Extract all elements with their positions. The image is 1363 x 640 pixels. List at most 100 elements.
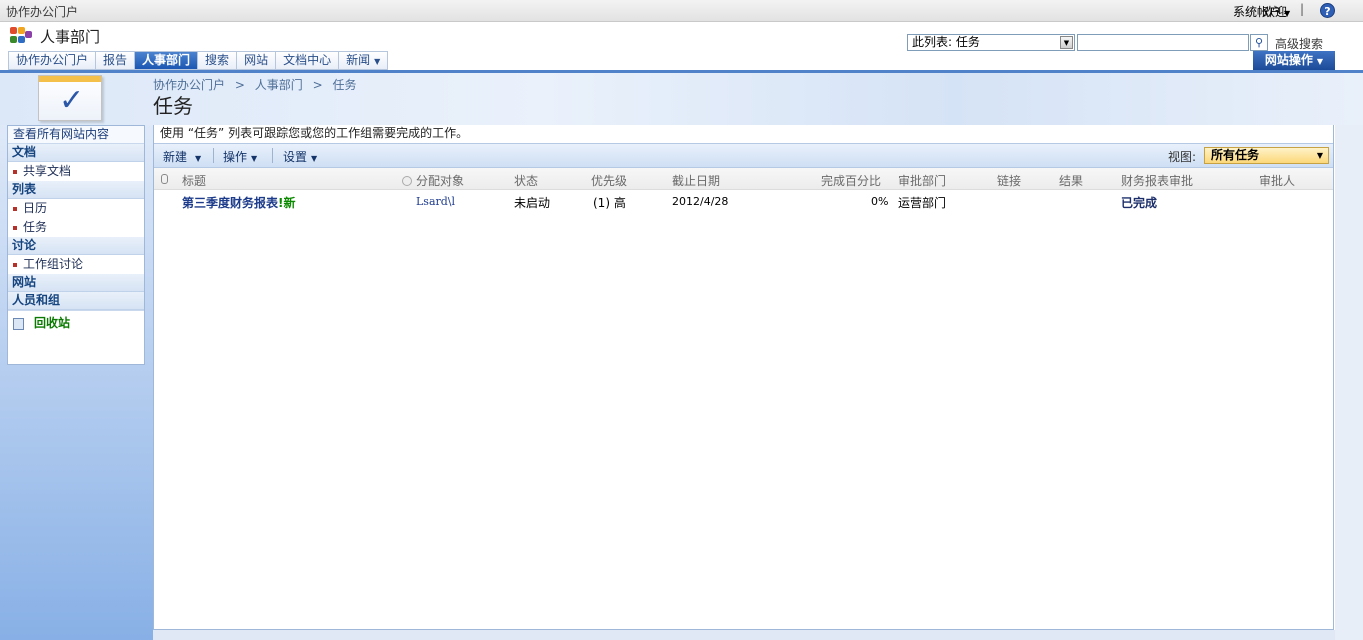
site-logo-icon bbox=[10, 27, 32, 45]
bullet-icon bbox=[13, 225, 17, 230]
column-header-percent[interactable]: 完成百分比 bbox=[821, 172, 881, 189]
list-header-row: 标题 分配对象 状态 优先级 截止日期 完成百分比 审批部门 链接 结果 财务报… bbox=[154, 168, 1333, 190]
search-input[interactable] bbox=[1077, 34, 1249, 51]
account-menu-button[interactable]: 系统帐户 ▼ bbox=[1233, 3, 1290, 20]
chevron-down-icon: ▼ bbox=[1316, 151, 1323, 160]
view-selector[interactable]: 所有任务 ▼ bbox=[1204, 147, 1329, 164]
settings-label: 设置 bbox=[283, 150, 308, 164]
search-scope-value: 此列表: 任务 bbox=[912, 35, 980, 49]
due-date-value: 2012/4/28 bbox=[672, 195, 729, 208]
tab-reports[interactable]: 报告 bbox=[96, 51, 136, 70]
ql-item-label: 日历 bbox=[23, 201, 48, 215]
new-label: 新建 bbox=[163, 150, 188, 164]
chevron-down-icon: ▼ bbox=[311, 154, 318, 163]
left-pane: 查看所有网站内容 文档 共享文档 列表 日历 任务 讨论 工作组讨论 网站 人员… bbox=[0, 125, 153, 640]
breadcrumb-separator: > bbox=[234, 78, 245, 92]
task-list-icon: ✓ bbox=[38, 75, 102, 121]
column-header-status[interactable]: 状态 bbox=[514, 172, 538, 189]
top-bar: 协作办公门户 欢迎 系统帐户 ▼ | ? bbox=[0, 0, 1363, 22]
chevron-down-icon: ▼ bbox=[1316, 57, 1324, 66]
tab-hr[interactable]: 人事部门 bbox=[135, 51, 199, 70]
search-scope-select[interactable]: 此列表: 任务 ▼ bbox=[907, 34, 1075, 51]
actions-label: 操作 bbox=[223, 150, 248, 164]
recycle-bin-icon bbox=[13, 317, 24, 330]
site-actions-label: 网站操作 bbox=[1264, 53, 1313, 67]
status-value: 未启动 bbox=[514, 196, 551, 210]
ql-item-tasks[interactable]: 任务 bbox=[8, 218, 144, 237]
column-header-link[interactable]: 链接 bbox=[997, 172, 1021, 189]
tab-sites[interactable]: 网站 bbox=[237, 51, 277, 70]
search-icon[interactable]: ⚲ bbox=[1250, 34, 1268, 51]
column-header-title[interactable]: 标题 bbox=[182, 172, 206, 189]
ql-heading-sites[interactable]: 网站 bbox=[8, 274, 144, 292]
column-header-assigned[interactable]: 分配对象 bbox=[402, 172, 464, 189]
logo-block bbox=[18, 36, 25, 43]
divider: | bbox=[1300, 2, 1305, 16]
presence-icon bbox=[402, 176, 412, 186]
finance-approval-link[interactable]: 已完成 bbox=[1121, 194, 1157, 211]
ql-heading-people[interactable]: 人员和组 bbox=[8, 292, 144, 310]
chevron-down-icon: ▼ bbox=[374, 57, 381, 66]
new-menu-button[interactable]: 新建 ▼ bbox=[163, 148, 201, 165]
page-title: 任务 bbox=[153, 94, 193, 118]
chevron-down-icon[interactable]: ▼ bbox=[1060, 36, 1073, 49]
top-nav-tabs: 协作办公门户 报告 人事部门 搜索 网站 文档中心 新闻 ▼ bbox=[8, 51, 389, 70]
approval-dept-value: 运营部门 bbox=[898, 196, 947, 210]
portal-link[interactable]: 协作办公门户 bbox=[6, 3, 78, 20]
icon-band bbox=[39, 76, 101, 82]
attachment-icon bbox=[161, 174, 168, 184]
actions-menu-button[interactable]: 操作 ▼ bbox=[223, 148, 257, 165]
bullet-icon bbox=[13, 262, 17, 267]
ql-item-team-discussion[interactable]: 工作组讨论 bbox=[8, 255, 144, 274]
table-row: 第三季度财务报表!新 Lsard\l 未启动 (1) 高 2012/4/28 0… bbox=[154, 190, 1333, 212]
view-selector-value: 所有任务 bbox=[1211, 148, 1260, 162]
checkmark-icon: ✓ bbox=[59, 83, 85, 118]
bullet-icon bbox=[13, 169, 17, 174]
column-header-result[interactable]: 结果 bbox=[1059, 172, 1083, 189]
breadcrumb-current: 任务 bbox=[332, 78, 357, 92]
tab-news-label: 新闻 bbox=[346, 53, 371, 67]
priority-value: (1) 高 bbox=[593, 196, 626, 210]
recycle-bin-label: 回收站 bbox=[34, 316, 71, 330]
breadcrumb-hr[interactable]: 人事部门 bbox=[255, 78, 303, 92]
logo-block bbox=[18, 27, 25, 34]
column-header-approval-dept[interactable]: 审批部门 bbox=[898, 172, 946, 189]
ql-item-calendar[interactable]: 日历 bbox=[8, 199, 144, 218]
list-toolbar: 新建 ▼ 操作 ▼ 设置 ▼ 视图: 所有任务 ▼ bbox=[154, 144, 1333, 168]
recycle-bin-link[interactable]: 回收站 bbox=[8, 310, 144, 336]
view-label: 视图: bbox=[1168, 150, 1197, 164]
site-header: 人事部门 此列表: 任务 ▼ ⚲ 高级搜索 协作办公门户 报告 人事部门 搜索 … bbox=[0, 22, 1363, 70]
site-name[interactable]: 人事部门 bbox=[40, 26, 100, 47]
ql-heading-discussions[interactable]: 讨论 bbox=[8, 237, 144, 255]
advanced-search-link[interactable]: 高级搜索 bbox=[1275, 35, 1323, 52]
view-all-site-content-link[interactable]: 查看所有网站内容 bbox=[8, 126, 144, 144]
tab-search[interactable]: 搜索 bbox=[198, 51, 238, 70]
assigned-user-link[interactable]: Lsard\l bbox=[416, 195, 455, 208]
toolbar-divider bbox=[272, 148, 273, 163]
bullet-icon bbox=[13, 206, 17, 211]
settings-menu-button[interactable]: 设置 ▼ bbox=[283, 148, 317, 165]
percent-value: 0% bbox=[871, 195, 889, 208]
ql-heading-documents[interactable]: 文档 bbox=[8, 144, 144, 162]
chevron-down-icon: ▼ bbox=[195, 154, 202, 163]
logo-block bbox=[10, 36, 17, 43]
task-title-link[interactable]: 第三季度财务报表!新 bbox=[182, 194, 296, 211]
ql-heading-lists[interactable]: 列表 bbox=[8, 181, 144, 199]
site-actions-button[interactable]: 网站操作 ▼ bbox=[1253, 51, 1335, 70]
ql-item-label: 共享文档 bbox=[23, 164, 72, 178]
column-header-priority[interactable]: 优先级 bbox=[591, 172, 627, 189]
tab-portal[interactable]: 协作办公门户 bbox=[8, 51, 97, 70]
column-header-approver[interactable]: 审批人 bbox=[1259, 172, 1295, 189]
column-header-finance-approval[interactable]: 财务报表审批 bbox=[1121, 172, 1193, 189]
ql-item-shared-docs[interactable]: 共享文档 bbox=[8, 162, 144, 181]
logo-block bbox=[10, 27, 17, 34]
tab-news[interactable]: 新闻 ▼ bbox=[339, 51, 389, 70]
account-name: 系统帐户 bbox=[1233, 5, 1282, 19]
new-badge: !新 bbox=[278, 196, 296, 210]
tab-doc-center[interactable]: 文档中心 bbox=[276, 51, 340, 70]
breadcrumb-separator: > bbox=[312, 78, 323, 92]
right-gutter bbox=[1335, 125, 1363, 640]
column-header-due-date[interactable]: 截止日期 bbox=[672, 172, 720, 189]
logo-block bbox=[25, 31, 32, 38]
help-icon[interactable]: ? bbox=[1320, 3, 1335, 18]
